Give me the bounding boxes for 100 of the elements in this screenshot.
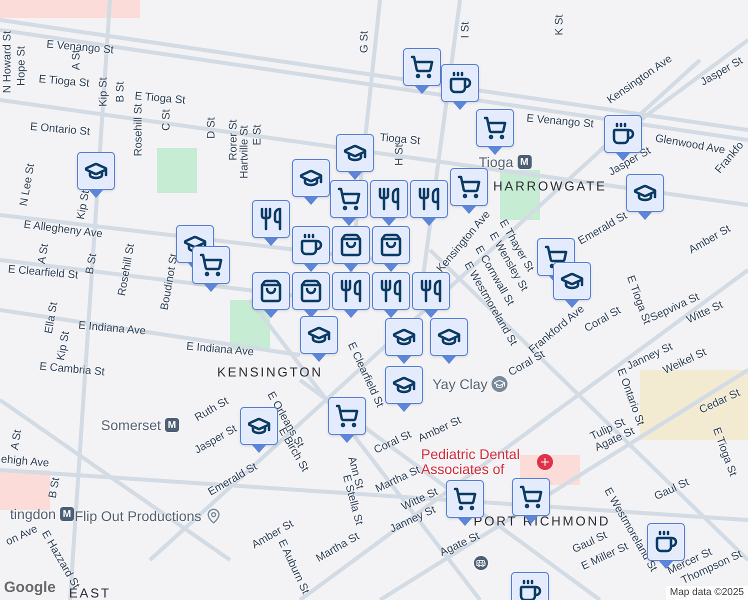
- map-marker[interactable]: [372, 272, 410, 318]
- map-marker[interactable]: [192, 246, 230, 292]
- street-label: on Ave: [4, 524, 40, 548]
- street-label: E Tioga St: [624, 274, 652, 326]
- street-label: Kip St: [76, 190, 92, 220]
- cart-icon: [199, 253, 223, 277]
- shopping-bag-icon: [339, 233, 363, 257]
- cart-icon: [337, 187, 361, 211]
- street-label: E Indiana Ave: [78, 320, 146, 338]
- shopping-bag-icon: [379, 233, 403, 257]
- map-marker[interactable]: [372, 226, 410, 272]
- street-label: A St: [10, 429, 24, 451]
- shopping-bag-icon: [299, 279, 323, 303]
- cup-icon: [518, 579, 542, 600]
- map-marker[interactable]: [300, 316, 338, 362]
- map-marker[interactable]: [385, 318, 423, 364]
- place-label: Yay Clay: [432, 377, 488, 391]
- neighborhood-label: EAST: [69, 586, 111, 600]
- street-label: G St: [360, 31, 370, 53]
- map-marker[interactable]: [385, 366, 423, 412]
- fork-knife-icon: [419, 279, 443, 303]
- street-label: C St: [162, 109, 172, 131]
- street-label: H St: [394, 144, 406, 166]
- fork-knife-icon: [377, 187, 401, 211]
- map-marker[interactable]: [328, 397, 366, 443]
- map-marker[interactable]: [292, 272, 330, 318]
- street-label: B St: [116, 82, 126, 102]
- map-marker[interactable]: [476, 109, 514, 155]
- street-label: K St: [554, 14, 566, 36]
- place-label: Somerset: [101, 418, 161, 432]
- map-marker[interactable]: [403, 48, 441, 94]
- street-label: Hope St: [16, 46, 28, 86]
- cart-icon: [335, 404, 359, 428]
- cup-icon: [448, 71, 472, 95]
- cart-icon: [519, 485, 543, 509]
- metro-badge: M: [164, 418, 179, 432]
- cup-icon: [611, 122, 635, 146]
- street-label: Rosehill St: [117, 243, 137, 297]
- place-pin-icon: [205, 508, 222, 524]
- street-label: E Ontario St: [30, 122, 90, 138]
- shopping-bag-icon: [259, 279, 283, 303]
- street-label: Gaul St: [653, 477, 691, 503]
- street-label: Rosehill St: [134, 104, 144, 156]
- cup-icon: [654, 530, 678, 554]
- street-label: Agate St: [438, 531, 482, 559]
- street-label: I St: [460, 22, 472, 38]
- map-marker[interactable]: [252, 272, 290, 318]
- map-marker[interactable]: [252, 200, 290, 246]
- map-marker[interactable]: [292, 159, 330, 205]
- street-label: E Tioga St: [710, 426, 738, 478]
- fork-knife-icon: [259, 207, 283, 231]
- street-label: Coral St: [372, 430, 414, 456]
- street-label: E Allegheny Ave: [22, 220, 104, 240]
- metro-badge: M: [517, 155, 532, 169]
- map-marker[interactable]: [450, 168, 488, 214]
- map-marker[interactable]: [412, 272, 450, 318]
- street-label: E Cambria St: [38, 362, 106, 378]
- fork-knife-icon: [417, 187, 441, 211]
- place-label: Tioga: [478, 155, 514, 169]
- map-marker[interactable]: [336, 134, 374, 180]
- street-label: B St: [48, 476, 62, 500]
- map-marker[interactable]: [441, 64, 479, 110]
- fork-knife-icon: [379, 279, 403, 303]
- street-label: N Lee St: [18, 162, 38, 208]
- place-label: Pediatric Dental Associates of: [421, 447, 521, 477]
- street-label: Ruth St: [193, 396, 231, 424]
- map-attribution: Map data ©2025: [666, 586, 748, 600]
- map-marker[interactable]: [553, 262, 591, 308]
- cart-icon: [410, 55, 434, 79]
- neighborhood-label: KENSINGTON: [217, 366, 323, 378]
- street-label: E Indiana Ave: [186, 342, 254, 358]
- street-label: N Howard St: [2, 30, 14, 94]
- map-marker[interactable]: [410, 180, 448, 226]
- street-label: D St: [206, 117, 218, 139]
- street-label: E St: [252, 124, 264, 146]
- street-label: ehigh Ave: [0, 454, 50, 470]
- map-marker[interactable]: [332, 226, 370, 272]
- street-label: Rorer St: [228, 120, 240, 160]
- street-label: E Clearfield St: [8, 264, 78, 282]
- street-label: A St: [36, 243, 52, 265]
- place-label: tingdon: [10, 507, 56, 521]
- map-marker[interactable]: [430, 318, 468, 364]
- cart-icon: [457, 175, 481, 199]
- map-marker[interactable]: [330, 180, 368, 226]
- street-label: B St: [84, 252, 100, 276]
- cart-icon: [483, 116, 507, 140]
- map-marker[interactable]: [626, 174, 664, 220]
- street-label: Martha St: [374, 464, 422, 496]
- street-label: Hartville St: [240, 125, 250, 179]
- map-marker[interactable]: [370, 180, 408, 226]
- street-label: Cedar St: [698, 388, 742, 416]
- fork-knife-icon: [339, 279, 363, 303]
- cup-icon: [299, 233, 323, 257]
- neighborhood-label: HARROWGATE: [493, 180, 607, 192]
- map-logo: Google: [4, 580, 56, 595]
- street-label: Kip St: [98, 77, 110, 107]
- map-marker[interactable]: [292, 226, 330, 272]
- map-marker[interactable]: [332, 272, 370, 318]
- street-label: E Venango St: [526, 114, 594, 130]
- place-label: Flip Out Productions: [74, 509, 202, 523]
